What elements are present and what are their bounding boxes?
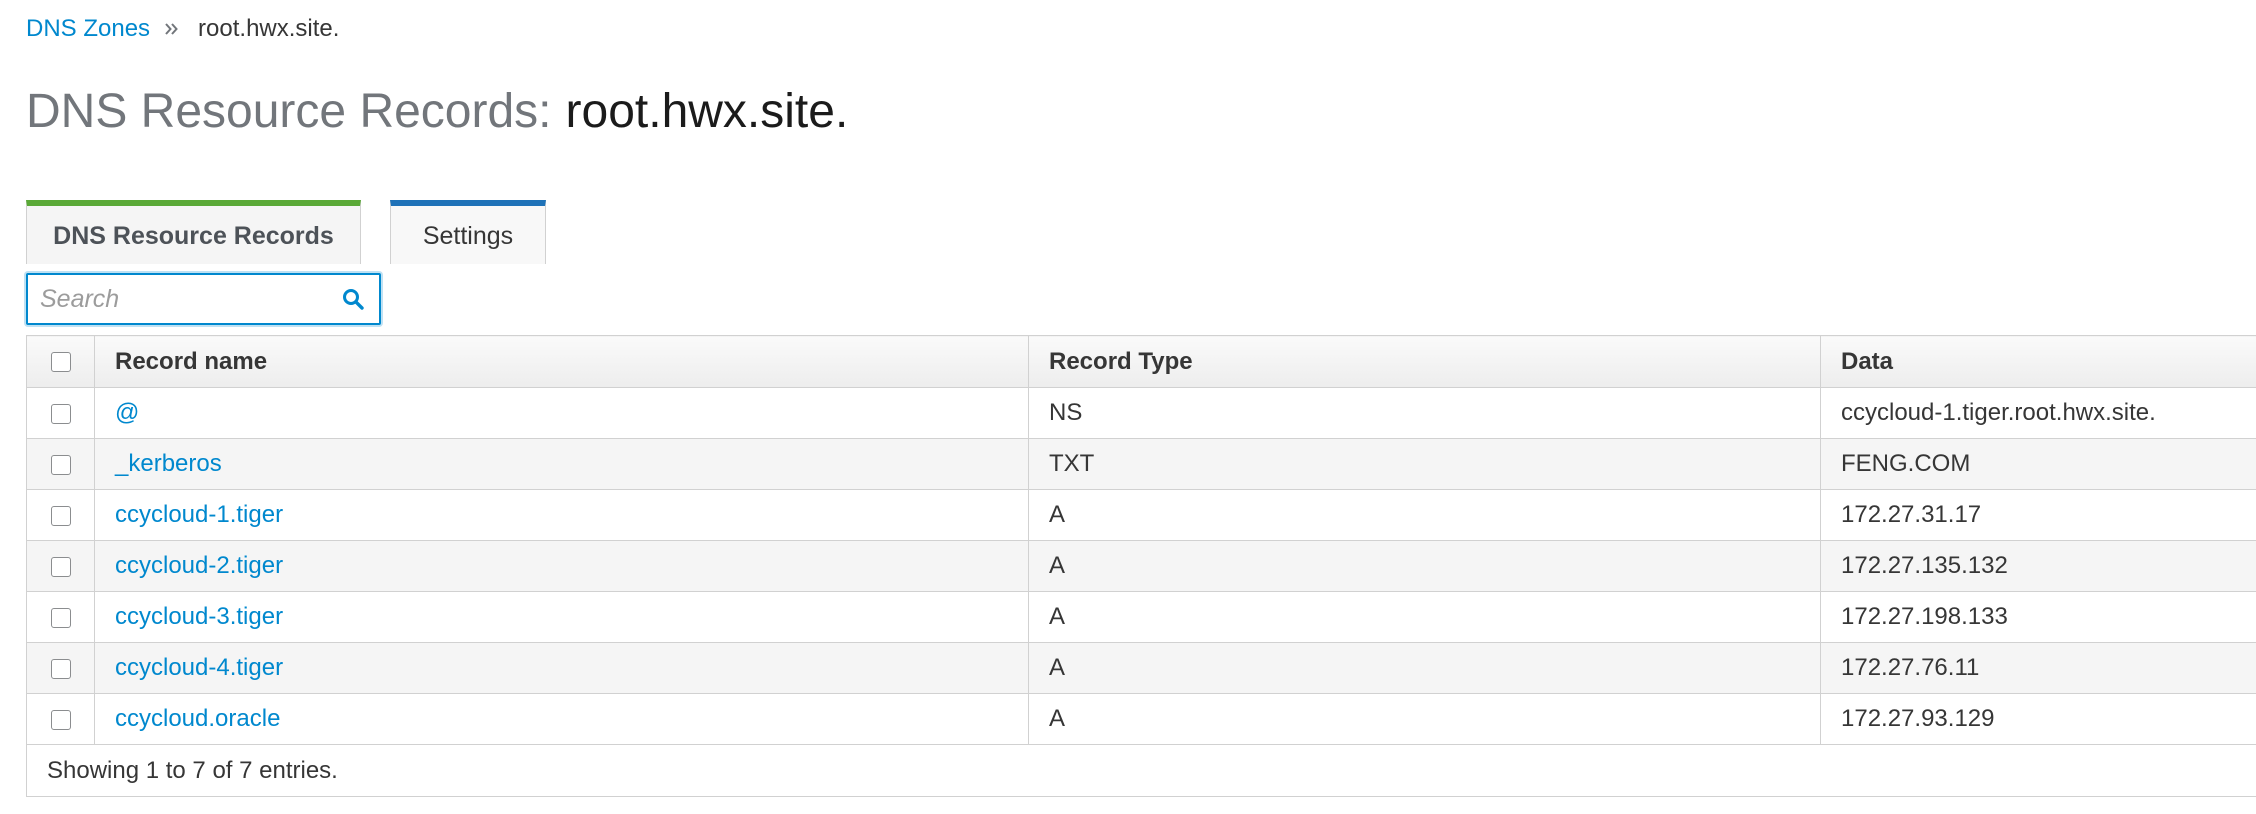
record-type-cell: A	[1028, 693, 1821, 745]
page-title-zone: root.hwx.site.	[565, 85, 849, 138]
record-data-cell: 172.27.76.11	[1820, 642, 2256, 694]
table-row: _kerberos TXT FENG.COM	[26, 438, 2256, 490]
record-type-cell: TXT	[1028, 438, 1821, 490]
pagination-summary: Showing 1 to 7 of 7 entries.	[26, 744, 2256, 797]
row-checkbox[interactable]	[50, 505, 71, 526]
row-select-cell	[26, 693, 95, 745]
search-icon[interactable]	[333, 279, 373, 319]
record-type-cell: A	[1028, 489, 1821, 541]
double-chevron-right-icon	[164, 21, 180, 37]
search-box	[26, 273, 381, 325]
record-name-cell: @	[94, 387, 1029, 439]
row-select-cell	[26, 489, 95, 541]
column-header-record-name[interactable]: Record name	[94, 335, 1029, 388]
records-table: Record name Record Type Data @ NS ccyclo…	[26, 335, 2256, 797]
tab-settings[interactable]: Settings	[390, 200, 546, 264]
select-all-cell	[26, 335, 95, 388]
table-row: ccycloud.oracle A 172.27.93.129	[26, 693, 2256, 745]
row-checkbox[interactable]	[50, 658, 71, 679]
row-checkbox[interactable]	[50, 403, 71, 424]
record-name-cell: ccycloud-1.tiger	[94, 489, 1029, 541]
record-data-cell: 172.27.198.133	[1820, 591, 2256, 643]
table-header-row: Record name Record Type Data	[26, 335, 2256, 388]
tab-dns-resource-records[interactable]: DNS Resource Records	[26, 200, 361, 264]
record-name-link[interactable]: ccycloud-1.tiger	[115, 501, 283, 528]
record-name-cell: ccycloud-4.tiger	[94, 642, 1029, 694]
record-name-cell: ccycloud-3.tiger	[94, 591, 1029, 643]
breadcrumb-current: root.hwx.site.	[198, 15, 340, 42]
record-name-cell: ccycloud.oracle	[94, 693, 1029, 745]
record-name-link[interactable]: ccycloud-4.tiger	[115, 654, 283, 681]
table-row: ccycloud-1.tiger A 172.27.31.17	[26, 489, 2256, 541]
row-select-cell	[26, 387, 95, 439]
record-type-cell: NS	[1028, 387, 1821, 439]
table-row: @ NS ccycloud-1.tiger.root.hwx.site.	[26, 387, 2256, 439]
record-type-cell: A	[1028, 591, 1821, 643]
record-name-link[interactable]: ccycloud-3.tiger	[115, 603, 283, 630]
column-header-record-type[interactable]: Record Type	[1028, 335, 1821, 388]
record-data-cell: FENG.COM	[1820, 438, 2256, 490]
page-title-prefix: DNS Resource Records:	[26, 85, 552, 138]
row-checkbox[interactable]	[50, 607, 71, 628]
record-data-cell: 172.27.135.132	[1820, 540, 2256, 592]
breadcrumb-dns-zones-link[interactable]: DNS Zones	[26, 15, 150, 43]
record-name-link[interactable]: ccycloud-2.tiger	[115, 552, 283, 579]
table-row: ccycloud-2.tiger A 172.27.135.132	[26, 540, 2256, 592]
record-data-cell: 172.27.93.129	[1820, 693, 2256, 745]
row-select-cell	[26, 540, 95, 592]
column-header-data[interactable]: Data	[1820, 335, 2256, 388]
row-checkbox[interactable]	[50, 454, 71, 475]
row-select-cell	[26, 591, 95, 643]
record-type-cell: A	[1028, 642, 1821, 694]
record-data-cell: 172.27.31.17	[1820, 489, 2256, 541]
record-name-link[interactable]: @	[115, 399, 139, 426]
page-title: DNS Resource Records: root.hwx.site.	[26, 84, 848, 148]
row-select-cell	[26, 642, 95, 694]
select-all-checkbox[interactable]	[50, 352, 71, 373]
record-data-cell: ccycloud-1.tiger.root.hwx.site.	[1820, 387, 2256, 439]
record-name-cell: ccycloud-2.tiger	[94, 540, 1029, 592]
row-select-cell	[26, 438, 95, 490]
table-footer-row: Showing 1 to 7 of 7 entries.	[26, 744, 2256, 797]
search-input[interactable]	[40, 284, 330, 314]
record-name-cell: _kerberos	[94, 438, 1029, 490]
tab-bar: DNS Resource Records Settings	[26, 200, 546, 264]
breadcrumb: DNS Zones root.hwx.site.	[26, 12, 339, 46]
record-name-link[interactable]: _kerberos	[115, 450, 222, 477]
table-row: ccycloud-3.tiger A 172.27.198.133	[26, 591, 2256, 643]
table-row: ccycloud-4.tiger A 172.27.76.11	[26, 642, 2256, 694]
row-checkbox[interactable]	[50, 556, 71, 577]
row-checkbox[interactable]	[50, 709, 71, 730]
record-name-link[interactable]: ccycloud.oracle	[115, 705, 280, 732]
record-type-cell: A	[1028, 540, 1821, 592]
